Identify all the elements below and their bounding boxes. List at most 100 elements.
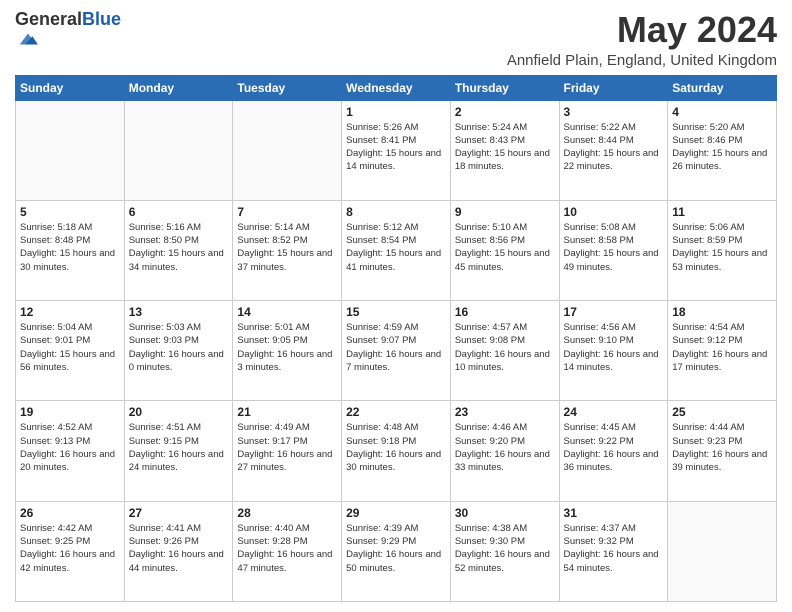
location-text: Annfield Plain, England, United Kingdom <box>507 52 777 69</box>
day-number: 25 <box>672 405 772 419</box>
day-number: 26 <box>20 506 120 520</box>
day-info: Sunrise: 5:16 AM Sunset: 8:50 PM Dayligh… <box>129 221 229 274</box>
title-block: May 2024 Annfield Plain, England, United… <box>507 10 777 69</box>
day-number: 8 <box>346 205 446 219</box>
day-info: Sunrise: 4:48 AM Sunset: 9:18 PM Dayligh… <box>346 421 446 474</box>
day-info: Sunrise: 5:26 AM Sunset: 8:41 PM Dayligh… <box>346 121 446 174</box>
calendar-cell: 19Sunrise: 4:52 AM Sunset: 9:13 PM Dayli… <box>16 401 125 501</box>
day-info: Sunrise: 5:06 AM Sunset: 8:59 PM Dayligh… <box>672 221 772 274</box>
day-header-wednesday: Wednesday <box>342 75 451 100</box>
day-number: 1 <box>346 105 446 119</box>
day-info: Sunrise: 4:56 AM Sunset: 9:10 PM Dayligh… <box>564 321 664 374</box>
day-number: 30 <box>455 506 555 520</box>
day-number: 3 <box>564 105 664 119</box>
calendar-cell: 11 Sunrise: 5:06 AM Sunset: 8:59 PM Dayli… <box>668 200 777 300</box>
day-header-friday: Friday <box>559 75 668 100</box>
day-info: Sunrise: 4:44 AM Sunset: 9:23 PM Dayligh… <box>672 421 772 474</box>
calendar-cell <box>668 501 777 601</box>
day-number: 15 <box>346 305 446 319</box>
calendar-cell <box>124 100 233 200</box>
day-info: Sunrise: 4:51 AM Sunset: 9:15 PM Dayligh… <box>129 421 229 474</box>
day-number: 2 <box>455 105 555 119</box>
calendar-header-row: SundayMondayTuesdayWednesdayThursdayFrid… <box>16 75 777 100</box>
header: GeneralBlue May 2024 Annfield Plain, Eng… <box>15 10 777 69</box>
calendar-page: GeneralBlue May 2024 Annfield Plain, Eng… <box>0 0 792 612</box>
calendar-cell: 18 Sunrise: 4:54 AM Sunset: 9:12 PM Dayli… <box>668 301 777 401</box>
calendar-cell: 20Sunrise: 4:51 AM Sunset: 9:15 PM Dayli… <box>124 401 233 501</box>
day-number: 24 <box>564 405 664 419</box>
day-info: Sunrise: 5:14 AM Sunset: 8:52 PM Dayligh… <box>237 221 337 274</box>
calendar-cell: 28Sunrise: 4:40 AM Sunset: 9:28 PM Dayli… <box>233 501 342 601</box>
day-info: Sunrise: 4:39 AM Sunset: 9:29 PM Dayligh… <box>346 522 446 575</box>
calendar-cell: 23 Sunrise: 4:46 AM Sunset: 9:20 PM Dayli… <box>450 401 559 501</box>
calendar-cell: 26 Sunrise: 4:42 AM Sunset: 9:25 PM Dayli… <box>16 501 125 601</box>
day-info: Sunrise: 5:08 AM Sunset: 8:58 PM Dayligh… <box>564 221 664 274</box>
day-number: 23 <box>455 405 555 419</box>
day-header-thursday: Thursday <box>450 75 559 100</box>
calendar-week-row: 1 Sunrise: 5:26 AM Sunset: 8:41 PM Daylig… <box>16 100 777 200</box>
day-number: 27 <box>129 506 229 520</box>
calendar-cell: 31 Sunrise: 4:37 AM Sunset: 9:32 PM Dayli… <box>559 501 668 601</box>
day-number: 4 <box>672 105 772 119</box>
day-number: 9 <box>455 205 555 219</box>
calendar-cell: 2 Sunrise: 5:24 AM Sunset: 8:43 PM Daylig… <box>450 100 559 200</box>
day-number: 11 <box>672 205 772 219</box>
day-header-monday: Monday <box>124 75 233 100</box>
day-info: Sunrise: 5:10 AM Sunset: 8:56 PM Dayligh… <box>455 221 555 274</box>
day-header-saturday: Saturday <box>668 75 777 100</box>
day-info: Sunrise: 4:41 AM Sunset: 9:26 PM Dayligh… <box>129 522 229 575</box>
calendar-week-row: 26 Sunrise: 4:42 AM Sunset: 9:25 PM Dayli… <box>16 501 777 601</box>
day-info: Sunrise: 4:57 AM Sunset: 9:08 PM Dayligh… <box>455 321 555 374</box>
day-info: Sunrise: 4:37 AM Sunset: 9:32 PM Dayligh… <box>564 522 664 575</box>
day-number: 5 <box>20 205 120 219</box>
logo: GeneralBlue <box>15 10 121 50</box>
calendar-cell: 4 Sunrise: 5:20 AM Sunset: 8:46 PM Daylig… <box>668 100 777 200</box>
calendar-cell: 10Sunrise: 5:08 AM Sunset: 8:58 PM Dayli… <box>559 200 668 300</box>
day-number: 13 <box>129 305 229 319</box>
calendar-cell: 7Sunrise: 5:14 AM Sunset: 8:52 PM Daylig… <box>233 200 342 300</box>
day-info: Sunrise: 4:59 AM Sunset: 9:07 PM Dayligh… <box>346 321 446 374</box>
calendar-cell: 25 Sunrise: 4:44 AM Sunset: 9:23 PM Dayli… <box>668 401 777 501</box>
calendar-cell: 16 Sunrise: 4:57 AM Sunset: 9:08 PM Dayli… <box>450 301 559 401</box>
day-number: 18 <box>672 305 772 319</box>
calendar-cell: 30Sunrise: 4:38 AM Sunset: 9:30 PM Dayli… <box>450 501 559 601</box>
calendar-week-row: 19Sunrise: 4:52 AM Sunset: 9:13 PM Dayli… <box>16 401 777 501</box>
day-info: Sunrise: 4:46 AM Sunset: 9:20 PM Dayligh… <box>455 421 555 474</box>
calendar-cell: 8 Sunrise: 5:12 AM Sunset: 8:54 PM Daylig… <box>342 200 451 300</box>
day-number: 12 <box>20 305 120 319</box>
day-info: Sunrise: 5:12 AM Sunset: 8:54 PM Dayligh… <box>346 221 446 274</box>
day-info: Sunrise: 5:18 AM Sunset: 8:48 PM Dayligh… <box>20 221 120 274</box>
calendar-cell: 24 Sunrise: 4:45 AM Sunset: 9:22 PM Dayli… <box>559 401 668 501</box>
day-info: Sunrise: 5:04 AM Sunset: 9:01 PM Dayligh… <box>20 321 120 374</box>
day-info: Sunrise: 5:22 AM Sunset: 8:44 PM Dayligh… <box>564 121 664 174</box>
calendar-cell: 1 Sunrise: 5:26 AM Sunset: 8:41 PM Daylig… <box>342 100 451 200</box>
calendar-cell: 12 Sunrise: 5:04 AM Sunset: 9:01 PM Dayli… <box>16 301 125 401</box>
day-info: Sunrise: 4:49 AM Sunset: 9:17 PM Dayligh… <box>237 421 337 474</box>
day-info: Sunrise: 5:24 AM Sunset: 8:43 PM Dayligh… <box>455 121 555 174</box>
day-info: Sunrise: 5:01 AM Sunset: 9:05 PM Dayligh… <box>237 321 337 374</box>
calendar-cell: 13 Sunrise: 5:03 AM Sunset: 9:03 PM Dayli… <box>124 301 233 401</box>
day-number: 22 <box>346 405 446 419</box>
day-info: Sunrise: 4:54 AM Sunset: 9:12 PM Dayligh… <box>672 321 772 374</box>
calendar-cell <box>233 100 342 200</box>
day-number: 29 <box>346 506 446 520</box>
day-number: 6 <box>129 205 229 219</box>
day-info: Sunrise: 5:20 AM Sunset: 8:46 PM Dayligh… <box>672 121 772 174</box>
calendar-cell: 21Sunrise: 4:49 AM Sunset: 9:17 PM Dayli… <box>233 401 342 501</box>
day-number: 17 <box>564 305 664 319</box>
day-number: 28 <box>237 506 337 520</box>
calendar-cell: 3 Sunrise: 5:22 AM Sunset: 8:44 PM Daylig… <box>559 100 668 200</box>
calendar-cell: 15 Sunrise: 4:59 AM Sunset: 9:07 PM Dayli… <box>342 301 451 401</box>
calendar-cell: 5 Sunrise: 5:18 AM Sunset: 8:48 PM Daylig… <box>16 200 125 300</box>
day-info: Sunrise: 5:03 AM Sunset: 9:03 PM Dayligh… <box>129 321 229 374</box>
day-number: 14 <box>237 305 337 319</box>
calendar-cell: 27 Sunrise: 4:41 AM Sunset: 9:26 PM Dayli… <box>124 501 233 601</box>
calendar-cell: 6 Sunrise: 5:16 AM Sunset: 8:50 PM Daylig… <box>124 200 233 300</box>
day-number: 16 <box>455 305 555 319</box>
calendar-cell: 9 Sunrise: 5:10 AM Sunset: 8:56 PM Daylig… <box>450 200 559 300</box>
day-number: 31 <box>564 506 664 520</box>
calendar-cell: 14 Sunrise: 5:01 AM Sunset: 9:05 PM Dayli… <box>233 301 342 401</box>
day-info: Sunrise: 4:45 AM Sunset: 9:22 PM Dayligh… <box>564 421 664 474</box>
day-info: Sunrise: 4:52 AM Sunset: 9:13 PM Dayligh… <box>20 421 120 474</box>
day-info: Sunrise: 4:42 AM Sunset: 9:25 PM Dayligh… <box>20 522 120 575</box>
